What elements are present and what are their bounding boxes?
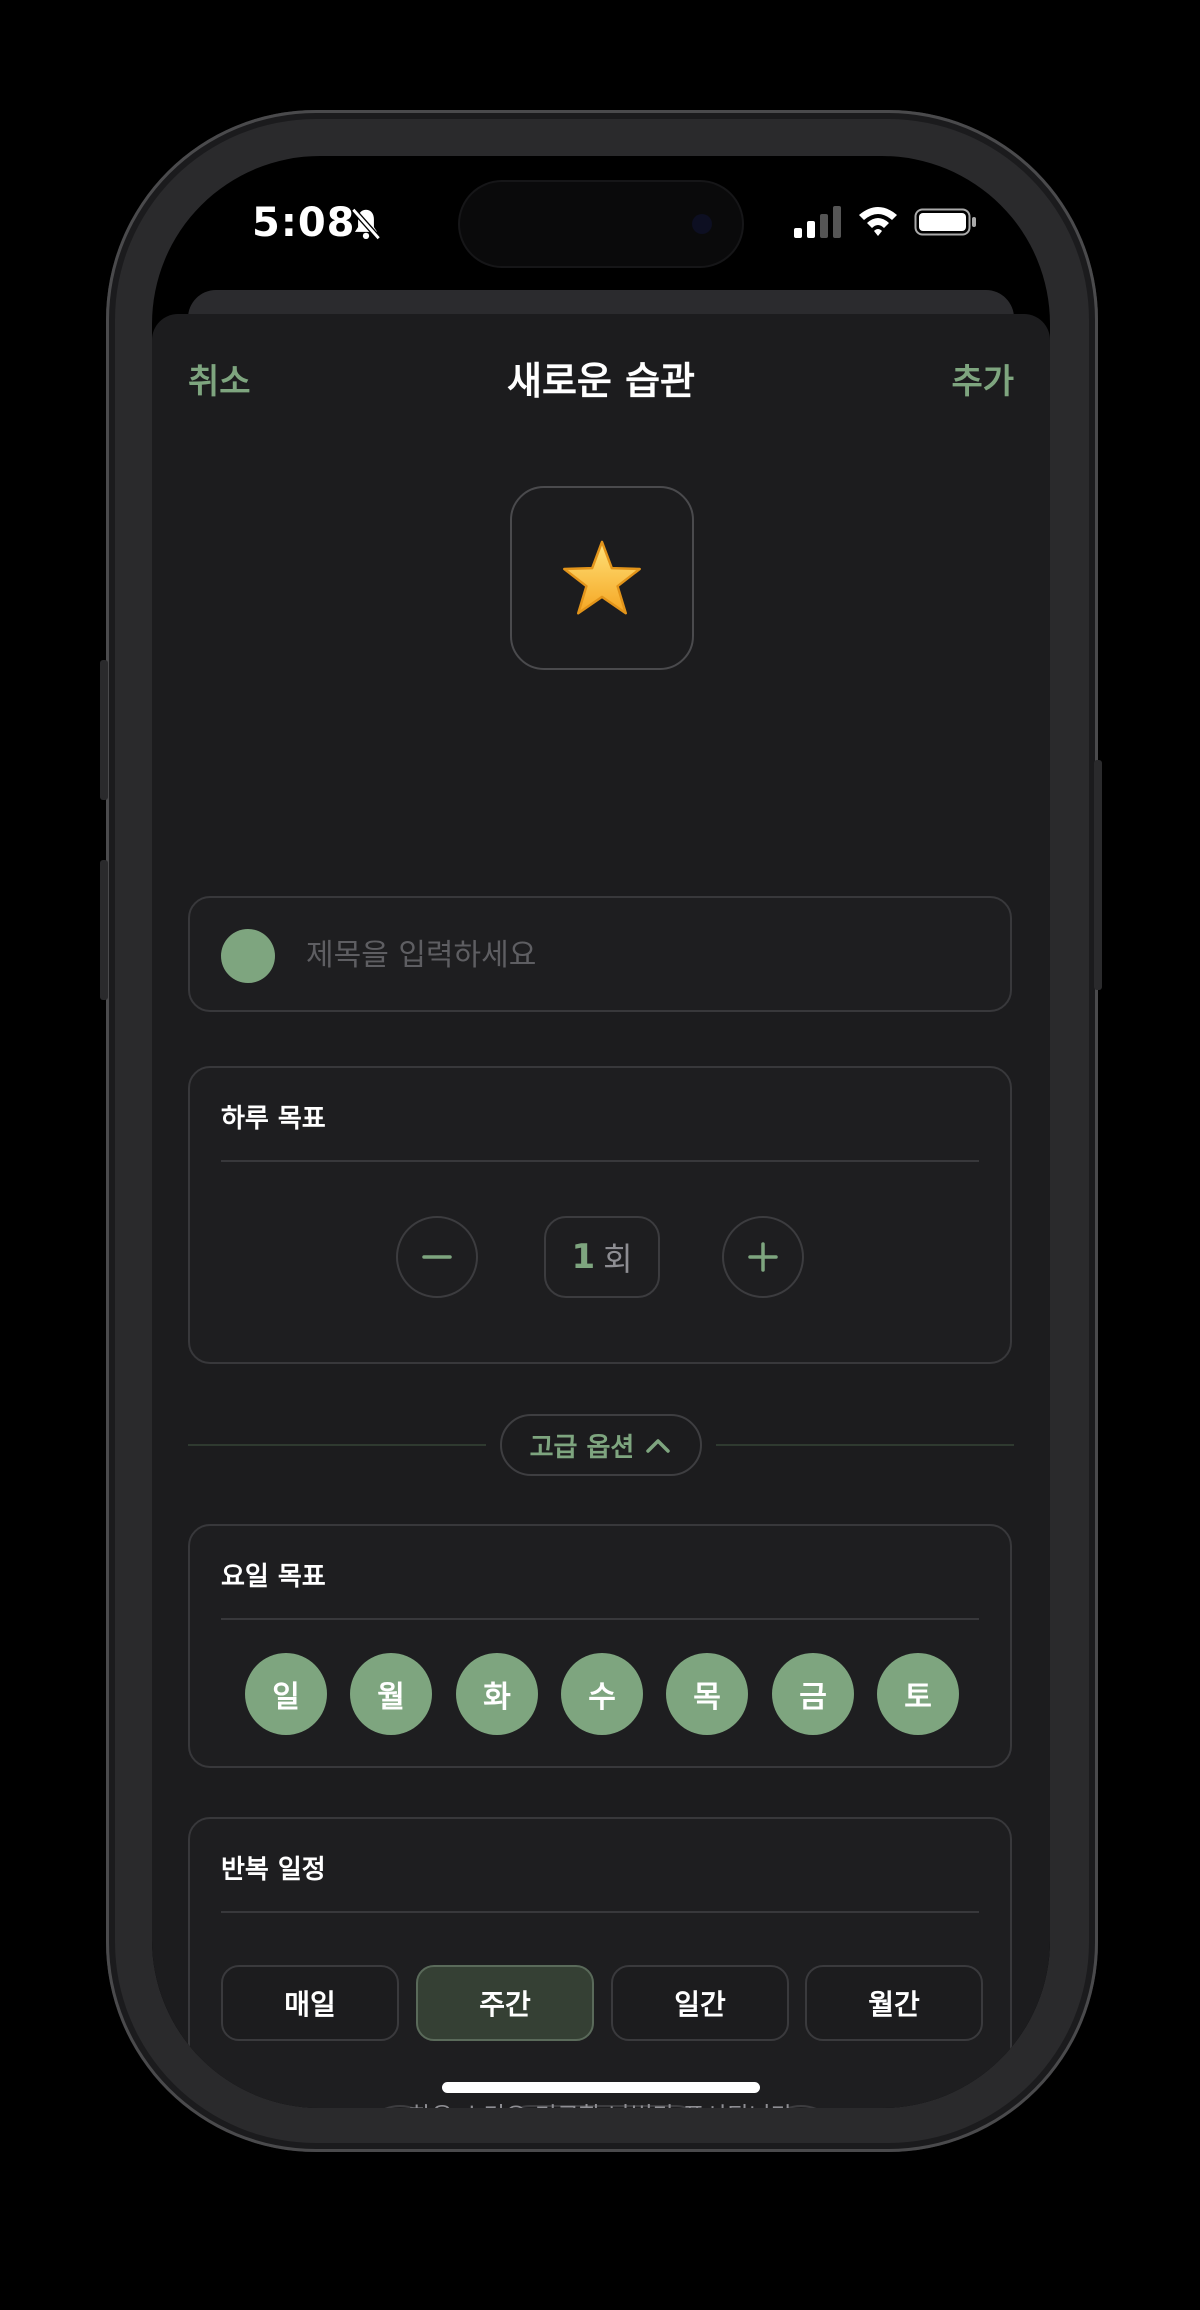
- action-button: [100, 660, 108, 800]
- divider: [221, 1618, 979, 1620]
- divider: [221, 1911, 979, 1913]
- status-time: 5:08: [252, 200, 356, 246]
- chevron-up-icon: [646, 1439, 671, 1453]
- repeat-option-weekly[interactable]: 주간: [416, 1965, 594, 2041]
- daily-goal-unit: 회: [603, 1240, 633, 1278]
- weekday-goal-label: 요일 목표: [221, 1562, 326, 1592]
- star-icon: [563, 540, 641, 615]
- habit-title-field: [188, 896, 1012, 1012]
- daily-goal-value: 1 회: [544, 1216, 660, 1298]
- day-wed[interactable]: 수: [561, 1653, 643, 1735]
- repeat-option-monthly[interactable]: 월간: [805, 1965, 983, 2041]
- footer-hint-text: 하유 스키오 기르학 나변다 표시되니다: [152, 2096, 1050, 2108]
- advanced-options-label: 고급 옵션: [529, 1432, 635, 1463]
- increment-button[interactable]: [722, 1216, 804, 1298]
- day-sat[interactable]: 토: [877, 1653, 959, 1735]
- daily-goal-count: 1: [571, 1237, 596, 1277]
- advanced-options-toggle[interactable]: 고급 옵션: [500, 1414, 702, 1476]
- page-title: 새로운 습관: [506, 359, 696, 403]
- divider-right: [716, 1444, 1014, 1446]
- habit-title-input[interactable]: [304, 898, 988, 1012]
- camera-dot: [692, 214, 712, 234]
- repeat-option-daily-interval[interactable]: 일간: [611, 1965, 789, 2041]
- day-mon[interactable]: 월: [350, 1653, 432, 1735]
- dynamic-island: [460, 182, 742, 266]
- minus-icon: [422, 1255, 452, 1259]
- color-picker-dot[interactable]: [221, 929, 275, 983]
- volume-button: [100, 860, 108, 1000]
- wifi-icon: [859, 207, 897, 236]
- battery-icon: [914, 208, 976, 236]
- plus-icon: [748, 1242, 778, 1272]
- cellular-signal-icon: [794, 206, 841, 238]
- decrement-button[interactable]: [396, 1216, 478, 1298]
- habit-icon-picker[interactable]: [510, 486, 694, 670]
- status-bar: 5:08: [152, 156, 1050, 296]
- screen: 5:08 취소 새로운 습관 추가 제목을 입력하세요 하루 목표 1 회 고급…: [152, 156, 1050, 2108]
- daily-goal-card: 하루 목표 1 회: [188, 1066, 1012, 1364]
- weekday-goal-card: 요일 목표 일 월 화 수 목 금 토: [188, 1524, 1012, 1768]
- day-tue[interactable]: 화: [456, 1653, 538, 1735]
- repeat-schedule-card: 반복 일정 매일 주간 일간 월간 3 weeks: [188, 1817, 1012, 2108]
- add-button[interactable]: 추가: [951, 354, 1014, 403]
- day-thu[interactable]: 목: [666, 1653, 748, 1735]
- power-button: [1094, 760, 1102, 990]
- new-habit-sheet: 취소 새로운 습관 추가 하루 목표: [152, 314, 1050, 2108]
- repeat-schedule-label: 반복 일정: [221, 1855, 326, 1885]
- home-indicator[interactable]: [442, 2082, 760, 2093]
- bell-slash-icon: [351, 207, 381, 241]
- divider-left: [188, 1444, 486, 1446]
- day-fri[interactable]: 금: [772, 1653, 854, 1735]
- day-sun[interactable]: 일: [245, 1653, 327, 1735]
- divider: [221, 1160, 979, 1162]
- repeat-option-daily[interactable]: 매일: [221, 1965, 399, 2041]
- daily-goal-label: 하루 목표: [221, 1104, 326, 1134]
